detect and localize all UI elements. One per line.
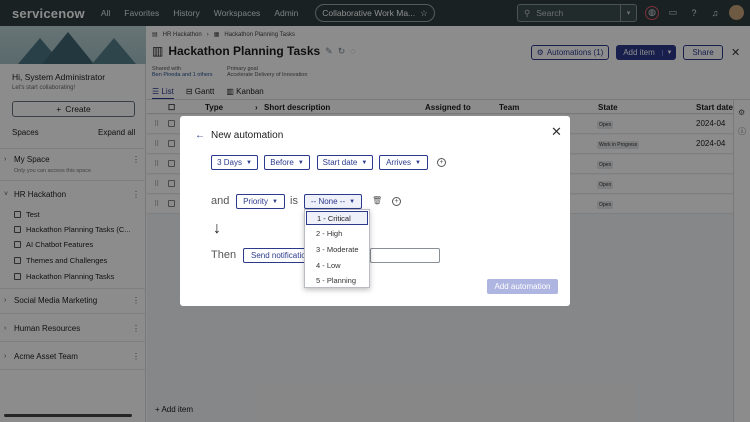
event-value: Arrives bbox=[386, 158, 411, 167]
condition-value: -- None -- bbox=[310, 197, 346, 206]
date-field-select[interactable]: Start date ▼ bbox=[317, 155, 373, 170]
relation-select[interactable]: Before ▼ bbox=[264, 155, 310, 170]
days-value: 3 Days bbox=[217, 158, 242, 167]
dropdown-option-moderate[interactable]: 3 - Moderate bbox=[306, 242, 368, 256]
caret-down-icon: ▼ bbox=[245, 159, 252, 166]
action-target-input[interactable] bbox=[370, 248, 440, 263]
condition-value-select[interactable]: -- None -- ▼ bbox=[304, 194, 362, 209]
dropdown-option-planning[interactable]: 5 - Planning bbox=[306, 273, 368, 287]
add-automation-label: Add automation bbox=[494, 282, 551, 291]
is-label: is bbox=[290, 195, 298, 207]
condition-field-value: Priority bbox=[243, 197, 268, 206]
event-select[interactable]: Arrives ▼ bbox=[379, 155, 428, 170]
add-condition-icon[interactable]: + bbox=[392, 197, 401, 206]
priority-dropdown: 1 - Critical 2 - High 3 - Moderate 4 - L… bbox=[304, 209, 370, 288]
modal-title: New automation bbox=[211, 130, 284, 141]
caret-down-icon: ▼ bbox=[349, 198, 356, 205]
add-condition-icon[interactable]: + bbox=[437, 158, 446, 167]
days-select[interactable]: 3 Days ▼ bbox=[211, 155, 258, 170]
trash-icon[interactable]: 🗑 bbox=[372, 196, 382, 205]
caret-down-icon: ▼ bbox=[297, 159, 304, 166]
caret-down-icon: ▼ bbox=[271, 198, 278, 205]
relation-value: Before bbox=[270, 158, 294, 167]
dropdown-option-low[interactable]: 4 - Low bbox=[306, 258, 368, 272]
condition-field-select[interactable]: Priority ▼ bbox=[236, 194, 285, 209]
caret-down-icon: ▼ bbox=[361, 159, 368, 166]
dropdown-option-critical[interactable]: 1 - Critical bbox=[306, 211, 368, 225]
and-label: and bbox=[211, 195, 230, 207]
close-icon[interactable]: ✕ bbox=[551, 124, 562, 140]
back-arrow-icon[interactable]: ← bbox=[195, 130, 205, 141]
arrow-down-icon: ↓ bbox=[213, 220, 221, 237]
date-field-value: Start date bbox=[322, 158, 358, 167]
dropdown-option-high[interactable]: 2 - High bbox=[306, 226, 368, 240]
add-automation-button[interactable]: Add automation bbox=[487, 279, 558, 294]
caret-down-icon: ▼ bbox=[414, 159, 421, 166]
then-label: Then bbox=[211, 249, 237, 261]
action-value: Send notification bbox=[251, 251, 311, 260]
new-automation-modal: ← New automation ✕ 3 Days ▼ Before ▼ Start… bbox=[180, 116, 570, 306]
